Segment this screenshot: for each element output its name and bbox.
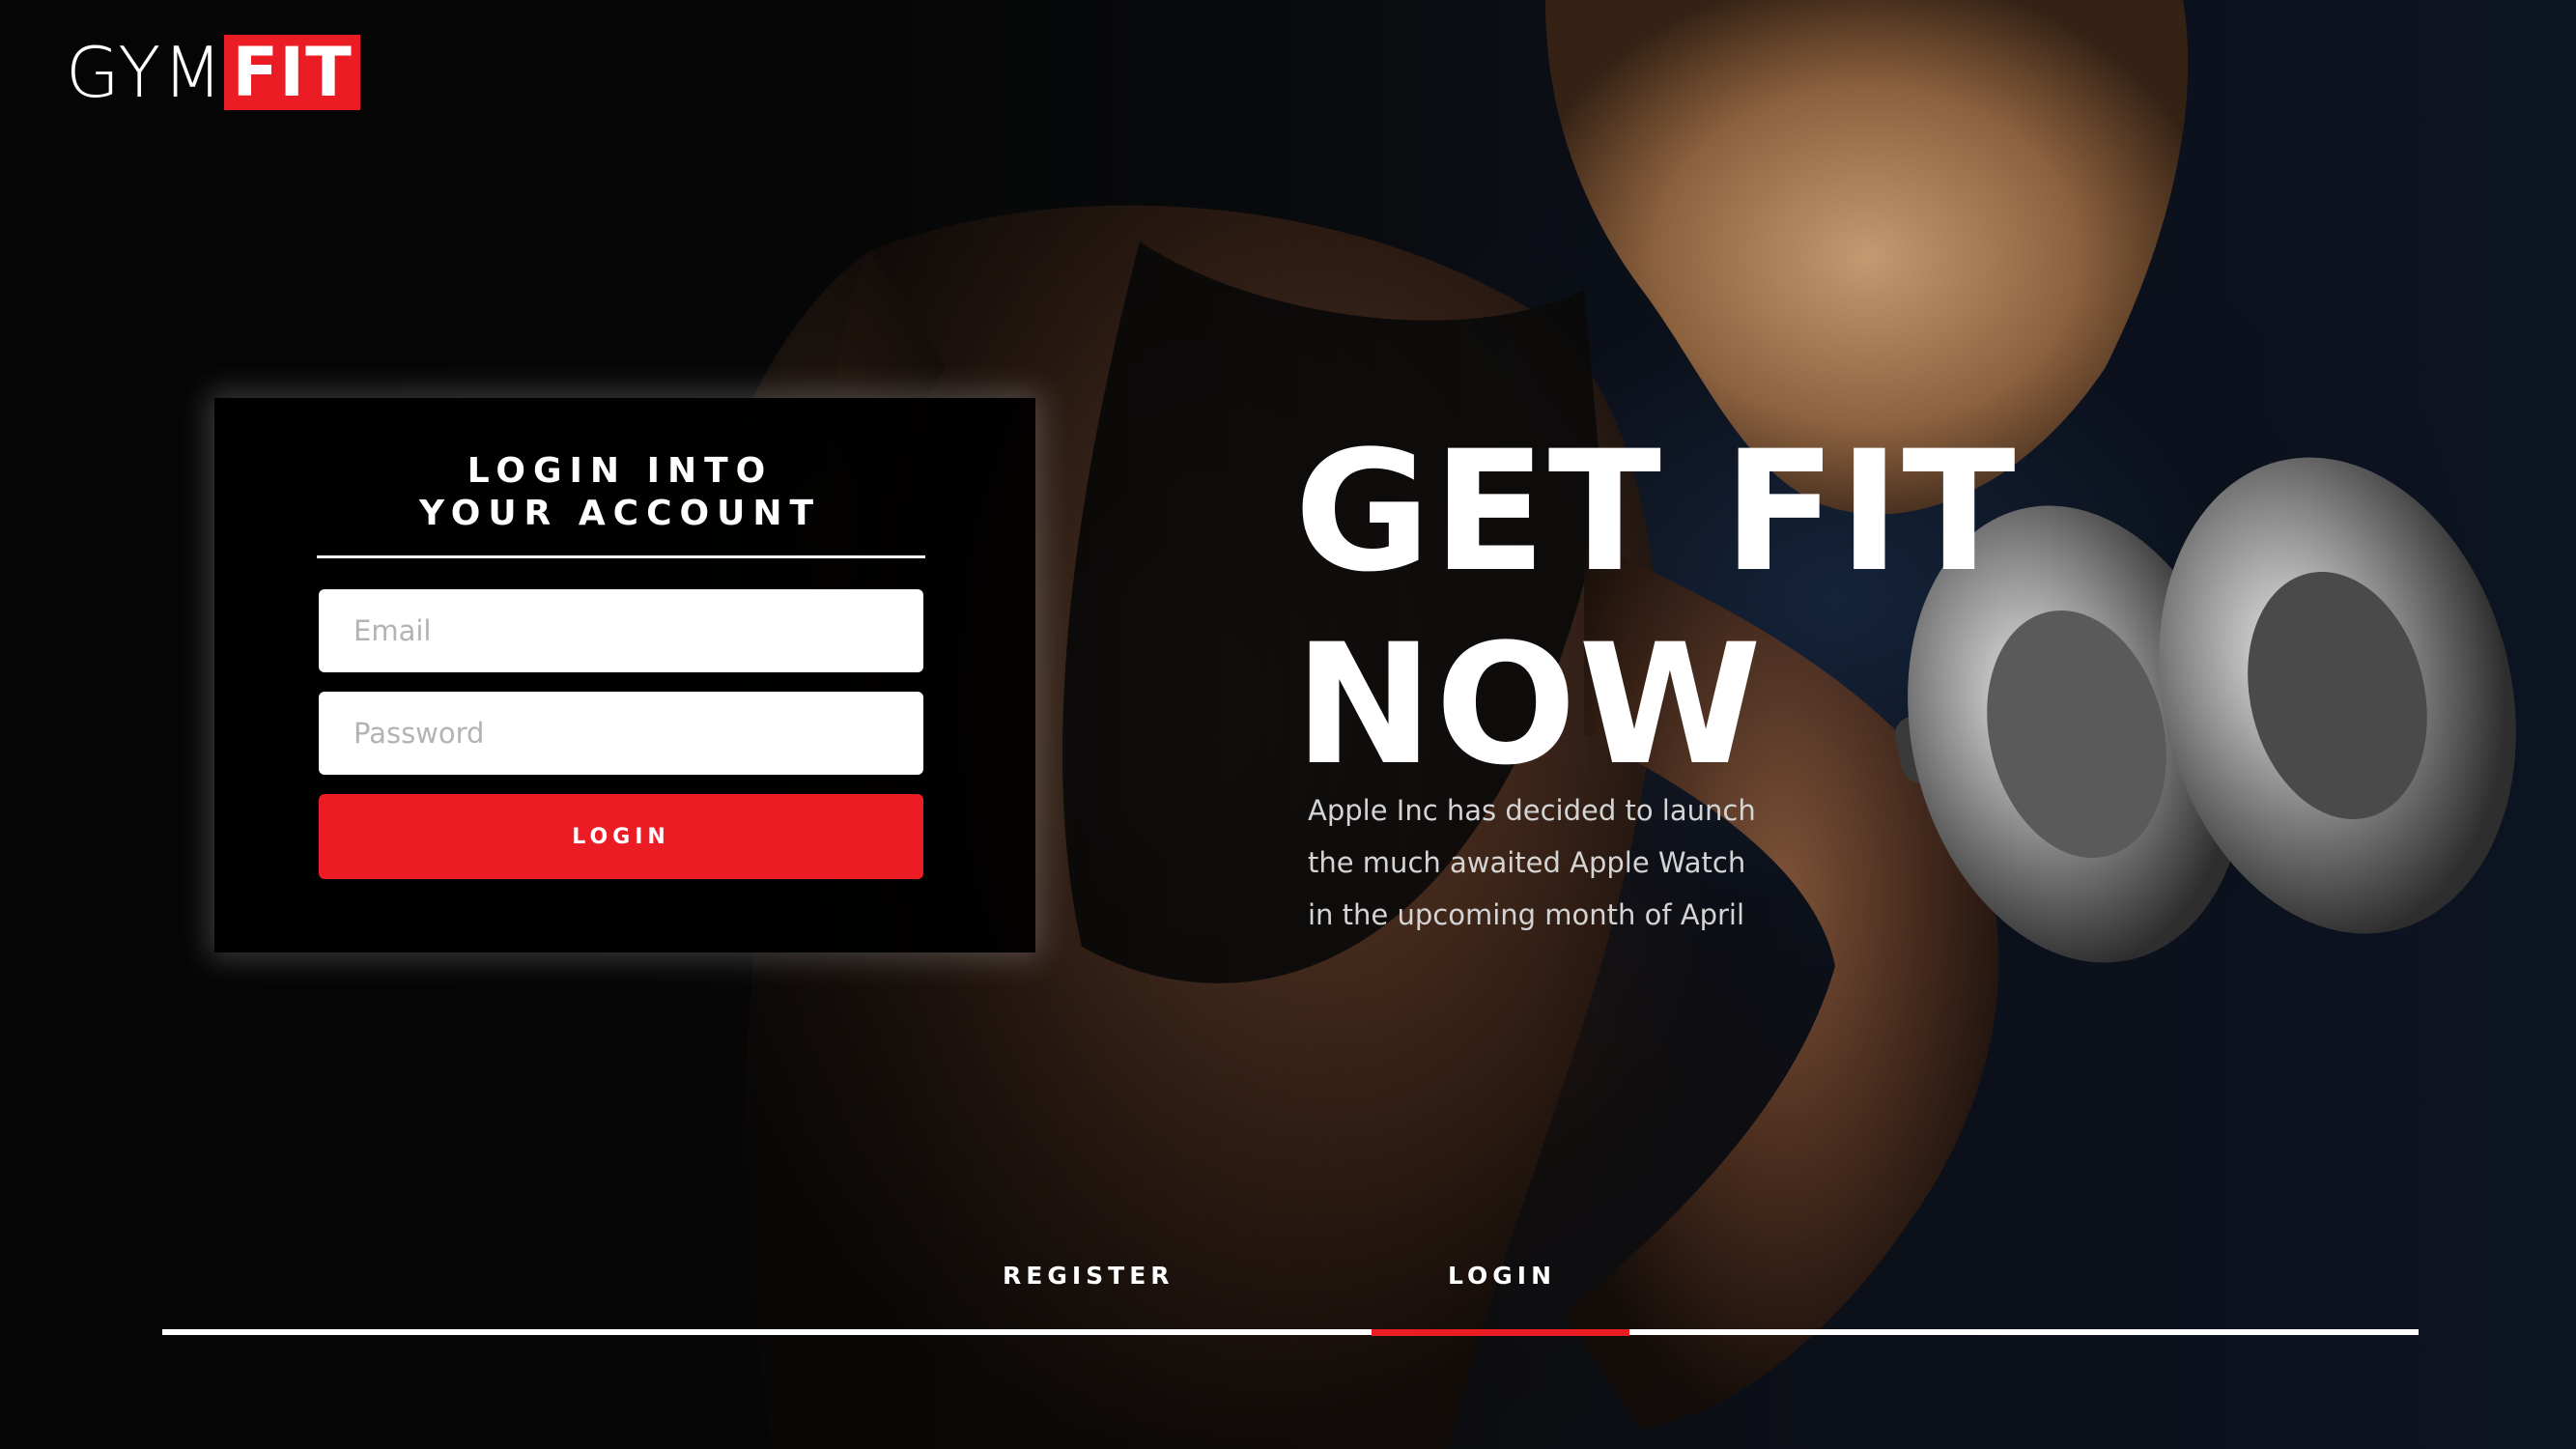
logo-text-gym: GYM: [66, 32, 225, 113]
tab-login[interactable]: LOGIN: [1448, 1262, 1556, 1290]
title-divider: [317, 555, 925, 558]
password-input[interactable]: [319, 692, 923, 775]
hero-description-line: in the upcoming month of April: [1308, 898, 1745, 931]
login-title-line1: LOGIN INTO: [467, 451, 774, 491]
login-submit-button[interactable]: LOGIN: [319, 794, 923, 879]
login-card: LOGIN INTO YOUR ACCOUNT LOGIN: [214, 398, 1035, 952]
hero-description-line: Apple Inc has decided to launch: [1308, 794, 1756, 827]
tab-track: [162, 1329, 2419, 1335]
tab-active-indicator: [1372, 1329, 1629, 1336]
hero-description-line: the much awaited Apple Watch: [1308, 846, 1746, 879]
hero-headline-line2: NOW: [1294, 608, 1764, 802]
hero-description: Apple Inc has decided to launch the much…: [1308, 784, 1810, 941]
login-title-line2: YOUR ACCOUNT: [418, 494, 822, 533]
login-title: LOGIN INTO YOUR ACCOUNT: [214, 450, 1026, 535]
email-input[interactable]: [319, 589, 923, 672]
hero-headline: GET FIT NOW: [1294, 415, 2018, 802]
gymfit-login-page: GYM FIT LOGIN INTO YOUR ACCOUNT LOGIN GE…: [0, 0, 2576, 1449]
tab-register[interactable]: REGISTER: [1003, 1262, 1175, 1290]
gymfit-logo[interactable]: GYM FIT: [66, 35, 360, 110]
logo-text-fit: FIT: [224, 35, 360, 110]
hero-headline-line1: GET FIT: [1294, 414, 2018, 609]
